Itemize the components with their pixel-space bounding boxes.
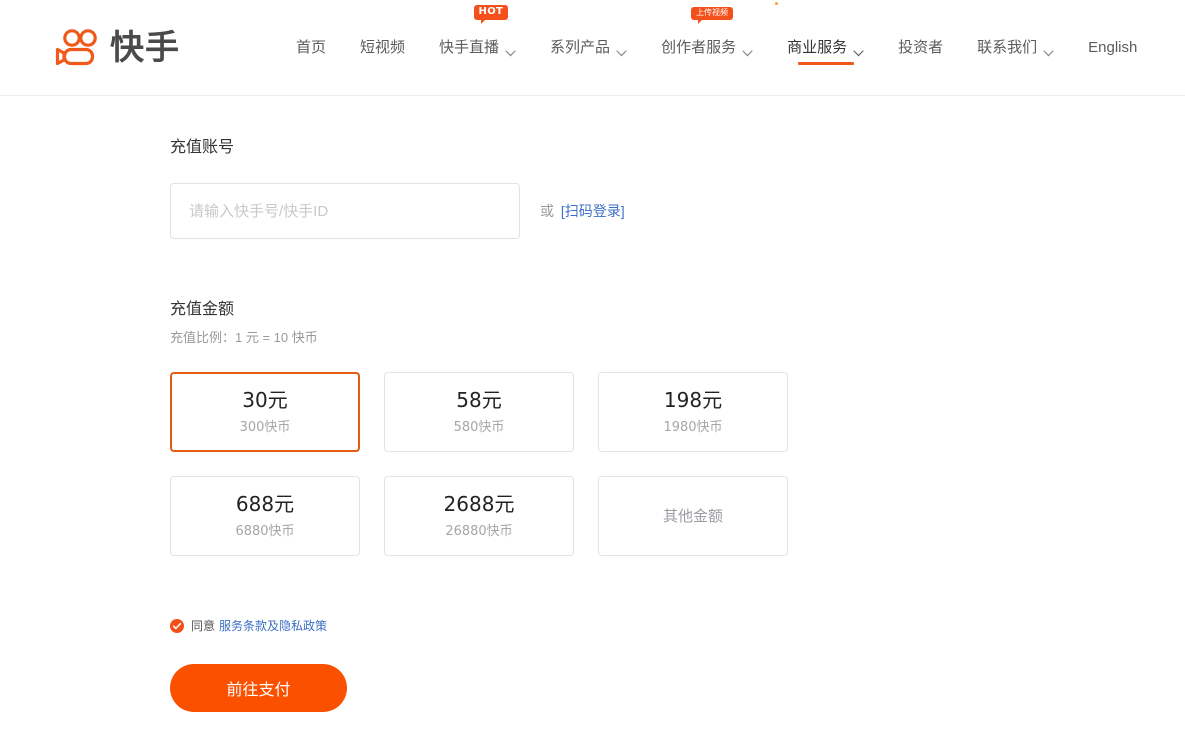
amount-price: 688元 [236, 494, 294, 514]
nav-item-label: English [1088, 40, 1137, 55]
check-circle-icon[interactable] [170, 619, 184, 633]
amount-price: 30元 [242, 390, 287, 410]
account-section-title: 充值账号 [170, 140, 1185, 156]
nav-item-english[interactable]: English [1071, 0, 1154, 95]
or-text: 或 [540, 203, 554, 219]
nav-item-label: 首页 [296, 40, 326, 55]
agreement-label: 同意 [191, 620, 215, 632]
nav-item-label: 投资者 [898, 40, 943, 55]
site-logo[interactable]: 快手 [55, 29, 180, 66]
amount-options-grid: 30元 300快币 58元 580快币 198元 1980快币 688元 688… [170, 372, 1185, 556]
chevron-down-icon [853, 44, 864, 51]
nav-item-label: 联系我们 [977, 40, 1037, 55]
chevron-down-icon [505, 44, 516, 51]
active-tab-indicator [798, 62, 854, 65]
amount-option-card[interactable]: 58元 580快币 [384, 372, 574, 452]
amount-coins: 300快币 [240, 421, 291, 434]
account-input[interactable] [170, 183, 520, 239]
chevron-down-icon [616, 44, 627, 51]
custom-amount-label: 其他金额 [663, 509, 723, 524]
amount-option-card[interactable]: 2688元 26880快币 [384, 476, 574, 556]
nav-item-label: 快手直播 [439, 40, 499, 55]
terms-privacy-link[interactable]: 服务条款及隐私政策 [219, 617, 327, 634]
recharge-page: 充值账号 或 [扫码登录] 充值金额 充值比例：1 元 = 10 快币 30元 … [0, 96, 1185, 712]
nav-item-creator-services[interactable]: 上传视频 创作者服务 [644, 0, 770, 95]
nav-item-label: 商业服务 [787, 40, 847, 55]
amount-price: 2688元 [444, 494, 515, 514]
chevron-down-icon [742, 44, 753, 51]
nav-item-label: 系列产品 [550, 40, 610, 55]
chevron-down-icon [1043, 44, 1054, 51]
amount-price: 198元 [664, 390, 722, 410]
logo-text: 快手 [110, 31, 180, 65]
amount-option-card[interactable]: 30元 300快币 [170, 372, 360, 452]
amount-option-card[interactable]: 198元 1980快币 [598, 372, 788, 452]
nav-item-products[interactable]: 系列产品 [533, 0, 644, 95]
amount-coins: 6880快币 [235, 525, 294, 538]
upload-video-badge: 上传视频 [691, 7, 733, 20]
amount-coins: 1980快币 [663, 421, 722, 434]
exchange-ratio-text: 充值比例：1 元 = 10 快币 [170, 331, 1185, 344]
nav-item-label: 创作者服务 [661, 40, 736, 55]
amount-section-title: 充值金额 [170, 302, 1185, 318]
scan-login-link[interactable]: [扫码登录] [561, 203, 625, 219]
scan-login-wrap: 或 [扫码登录] [540, 201, 625, 221]
nav-item-business-services[interactable]: 商业服务 [770, 0, 881, 95]
main-navigation: 首页 短视频 HOT 快手直播 系列产品 上传视频 [279, 0, 1154, 95]
hot-badge: HOT [474, 5, 509, 20]
amount-price: 58元 [456, 390, 501, 410]
nav-item-home[interactable]: 首页 [279, 0, 343, 95]
site-header: 快手 首页 短视频 HOT 快手直播 系列产品 [0, 0, 1185, 96]
nav-item-contact-us[interactable]: 联系我们 [960, 0, 1071, 95]
recharge-account-section: 充值账号 或 [扫码登录] [170, 140, 1185, 239]
agreement-row: 同意 服务条款及隐私政策 [170, 617, 1185, 634]
nav-item-label: 短视频 [360, 40, 405, 55]
amount-coins: 580快币 [454, 421, 505, 434]
amount-option-custom-card[interactable]: 其他金额 [598, 476, 788, 556]
nav-item-short-video[interactable]: 短视频 [343, 0, 422, 95]
amount-option-card[interactable]: 688元 6880快币 [170, 476, 360, 556]
nav-item-investors[interactable]: 投资者 [881, 0, 960, 95]
amount-coins: 26880快币 [445, 525, 512, 538]
go-to-payment-button[interactable]: 前往支付 [170, 664, 347, 712]
recharge-amount-section: 充值金额 充值比例：1 元 = 10 快币 30元 300快币 58元 580快… [170, 302, 1185, 556]
kuaishou-camera-logo-icon [55, 29, 103, 66]
nav-item-live[interactable]: HOT 快手直播 [422, 0, 533, 95]
